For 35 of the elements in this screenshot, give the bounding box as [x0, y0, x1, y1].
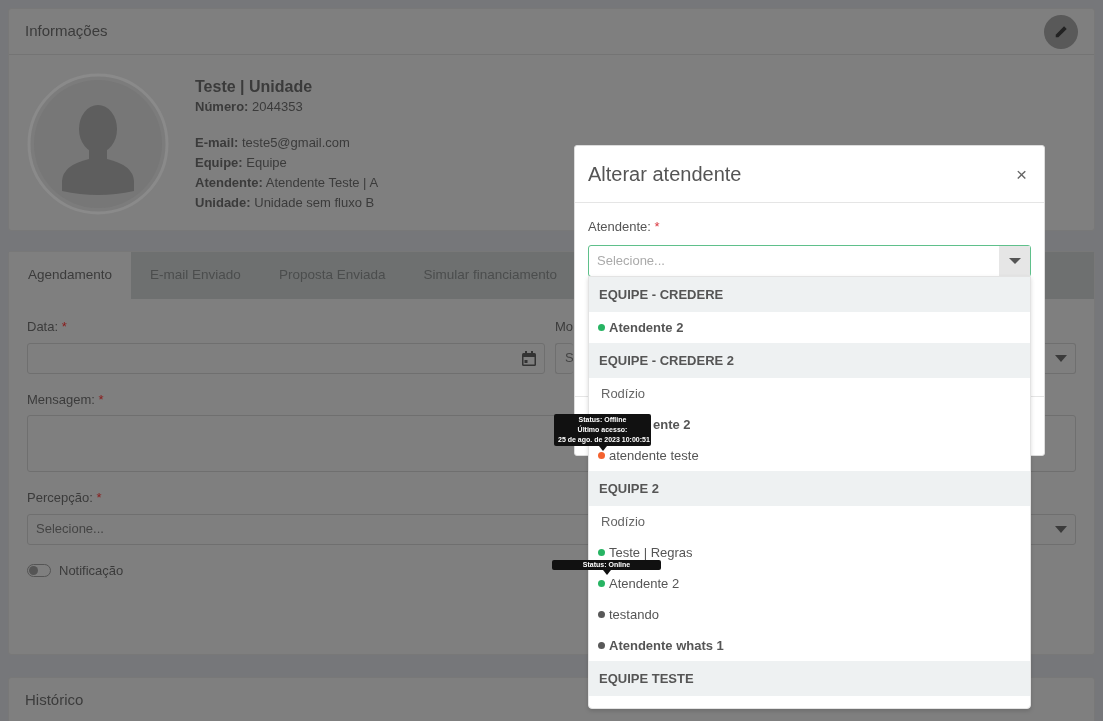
field-label: Mensagem: *: [27, 390, 104, 409]
group-header: EQUIPE TESTE: [589, 661, 1030, 696]
field-label: Atendente: *: [588, 218, 660, 236]
info-field: E-mail: teste5@gmail.com: [195, 133, 379, 153]
info-field: Equipe: Equipe: [195, 153, 379, 173]
edit-button[interactable]: [1044, 14, 1078, 49]
date-input[interactable]: [27, 342, 545, 374]
field-label: Data: *: [27, 318, 67, 336]
info-field: Número: 2044353: [195, 97, 379, 117]
switch-label: Notificação: [59, 561, 124, 580]
card-title: Informações: [25, 21, 108, 42]
dropdown-option[interactable]: Atendente 2: [609, 317, 684, 338]
group-header: EQUIPE 2: [589, 471, 1030, 506]
card-title: Histórico: [25, 690, 84, 711]
caret-icon: [1008, 257, 1021, 264]
field-label: Percepção: *: [27, 489, 102, 507]
caret-icon: [1055, 354, 1067, 362]
field-label: Mo: [555, 318, 573, 336]
calendar-icon: [522, 350, 536, 366]
info-field: Atendente: Atendente Teste | A: [195, 173, 379, 193]
dropdown-option[interactable]: ente 2: [653, 414, 691, 435]
dropdown-option[interactable]: Atendente 2: [609, 573, 680, 594]
info-field: Unidade: Unidade sem fluxo B: [195, 193, 379, 213]
dropdown-option[interactable]: Atendente whats 1: [609, 635, 724, 656]
dropdown-option[interactable]: Rodízio: [589, 378, 1030, 409]
avatar-icon: [27, 73, 169, 215]
modal-title: Alterar atendente: [588, 162, 742, 187]
contact-name: Teste | Unidade: [195, 77, 314, 97]
close-button[interactable]: ×: [1011, 164, 1031, 184]
caret-icon: [1055, 525, 1067, 533]
dropdown-option[interactable]: Teste | Regras: [609, 542, 693, 563]
pencil-icon: [1054, 24, 1068, 39]
group-header: EQUIPE - CREDERE 2: [589, 343, 1030, 378]
dropdown-option[interactable]: testando: [609, 604, 659, 625]
group-header: EQUIPE - CREDERE: [589, 277, 1030, 312]
